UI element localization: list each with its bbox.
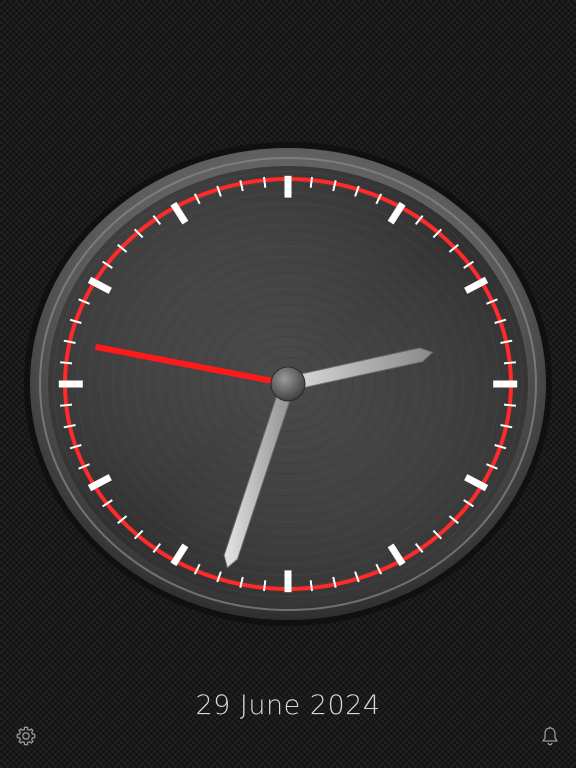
analog-clock [24, 142, 552, 626]
center-cap [270, 366, 306, 402]
settings-button[interactable] [14, 724, 38, 748]
minute-tick [263, 580, 267, 592]
minute-tick [503, 361, 517, 365]
minute-tick [59, 403, 73, 407]
alarm-button[interactable] [538, 724, 562, 748]
minute-tick [503, 403, 517, 407]
gear-icon [16, 726, 36, 746]
date-label: 29 June 2024 [195, 690, 381, 721]
minute-tick [309, 580, 313, 592]
minute-tick [59, 361, 73, 365]
minute-tick [263, 176, 267, 188]
minute-tick [309, 176, 313, 188]
bell-icon [542, 726, 558, 746]
